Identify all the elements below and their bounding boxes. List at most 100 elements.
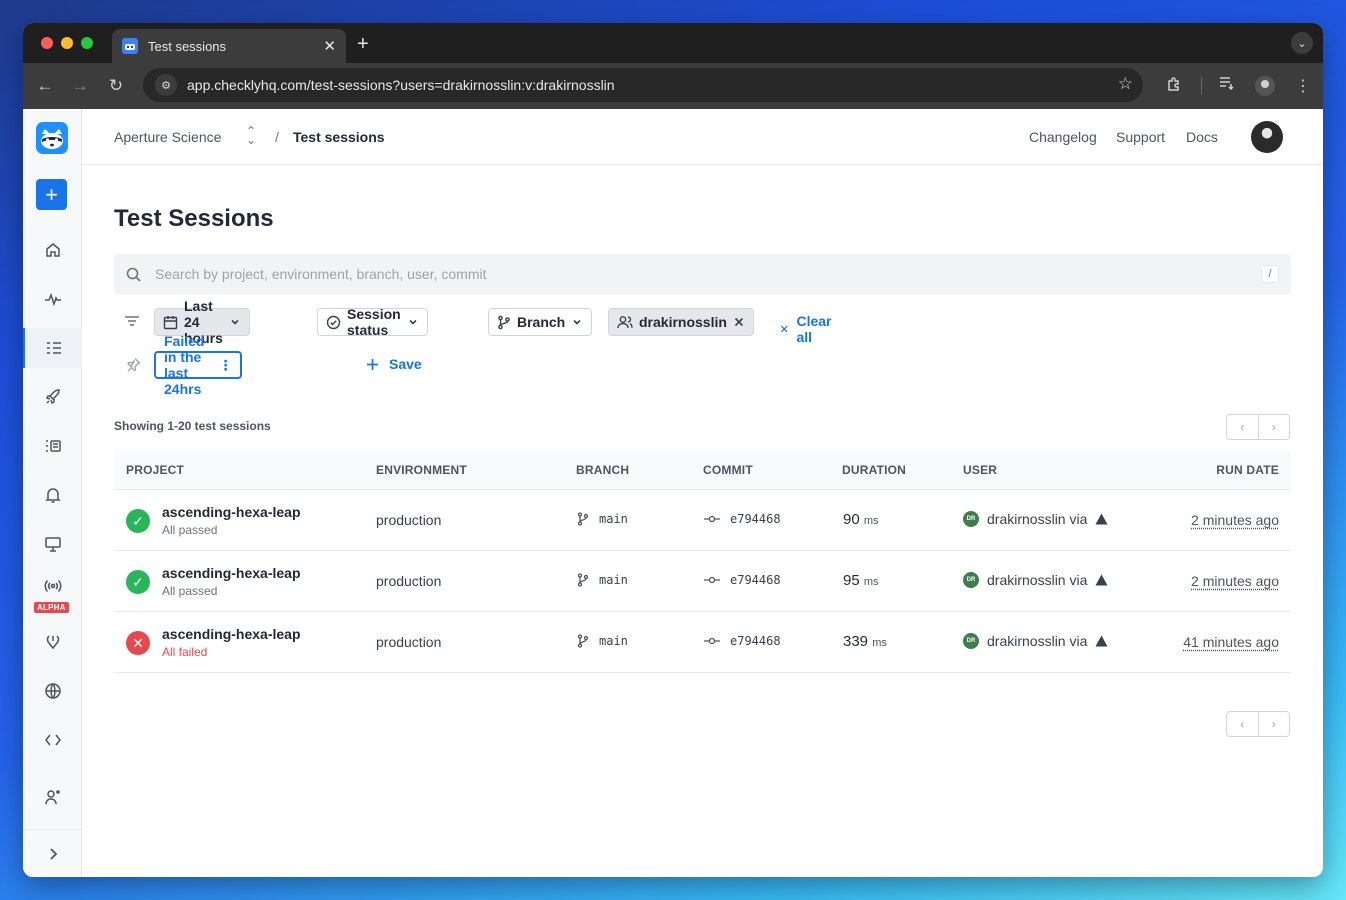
- sidebar-item-heartbeats[interactable]: [23, 622, 82, 662]
- sidebar-item-test-sessions[interactable]: [23, 328, 82, 368]
- environment-cell: production: [376, 512, 442, 528]
- window-controls: [41, 37, 93, 49]
- more-vertical-icon[interactable]: ⋮: [218, 357, 232, 374]
- duration-value: 339: [843, 633, 869, 650]
- new-tab-button[interactable]: +: [357, 33, 369, 56]
- numbered-list-icon: [45, 440, 61, 452]
- close-icon: [781, 325, 788, 333]
- project-name[interactable]: ascending-hexa-leap: [162, 565, 301, 581]
- column-header-run-date: RUN DATE: [1216, 463, 1279, 477]
- failed-x-icon: ✕: [126, 631, 150, 655]
- sidebar-item-dashboards[interactable]: [23, 524, 82, 564]
- git-branch-icon: [577, 512, 589, 526]
- commit-cell: e794468: [704, 512, 781, 526]
- tab-title: Test sessions: [148, 38, 227, 54]
- commit-hash: e794468: [730, 634, 781, 648]
- sidebar-item-home[interactable]: [23, 230, 82, 270]
- sidebar-item-monitoring[interactable]: [23, 279, 82, 319]
- saved-view-label: Failed in the last 24hrs: [164, 333, 205, 397]
- forward-arrow-icon[interactable]: →: [70, 76, 90, 96]
- checkly-logo[interactable]: [36, 122, 68, 154]
- branch-name: main: [599, 634, 628, 648]
- table-row[interactable]: ✕ ascending-hexa-leap All failed product…: [114, 612, 1291, 673]
- reload-icon[interactable]: ↻: [106, 76, 126, 96]
- duration-cell: 90 ms: [843, 511, 879, 528]
- branch-filter[interactable]: Branch: [488, 308, 593, 336]
- browser-menu-icon[interactable]: ⋮: [1295, 76, 1311, 96]
- extensions-puzzle-icon[interactable]: [1166, 76, 1182, 96]
- project-name[interactable]: ascending-hexa-leap: [162, 504, 301, 520]
- create-new-button[interactable]: +: [36, 179, 67, 210]
- support-link[interactable]: Support: [1116, 129, 1165, 145]
- project-name[interactable]: ascending-hexa-leap: [162, 626, 301, 642]
- browser-tab[interactable]: Test sessions ✕: [112, 29, 346, 63]
- minimize-window-button[interactable]: [61, 37, 73, 49]
- changelog-link[interactable]: Changelog: [1029, 129, 1097, 145]
- table-row[interactable]: ✓ ascending-hexa-leap All passed product…: [114, 551, 1291, 612]
- maximize-window-button[interactable]: [81, 37, 93, 49]
- site-settings-icon[interactable]: ⚙: [155, 74, 177, 96]
- prev-page-chevron-icon[interactable]: ‹: [1227, 415, 1259, 439]
- branch-name: main: [599, 512, 628, 526]
- browser-window: Test sessions ✕ + ⌄ ← → ↻ ⚙ app.checklyh…: [23, 23, 1323, 877]
- close-window-button[interactable]: [41, 37, 53, 49]
- run-date-link[interactable]: 2 minutes ago: [1191, 573, 1279, 589]
- page-title: Test Sessions: [114, 205, 274, 232]
- time-range-filter[interactable]: Last 24 hours: [154, 298, 250, 346]
- user-avatar[interactable]: [1251, 121, 1283, 153]
- org-switch-chevron-icon[interactable]: ⌃ ⌄: [246, 125, 256, 146]
- remove-filter-close-icon[interactable]: [733, 316, 745, 328]
- test-sessions-table: PROJECT ENVIRONMENT BRANCH COMMIT DURATI…: [114, 450, 1291, 673]
- breadcrumb-org[interactable]: Aperture Science: [114, 129, 221, 145]
- git-commit-icon: [704, 515, 720, 523]
- git-commit-icon: [704, 576, 720, 584]
- close-tab-icon[interactable]: ✕: [323, 37, 336, 55]
- column-header-branch: BRANCH: [576, 463, 630, 477]
- duration-value: 95: [843, 572, 860, 589]
- next-page-chevron-icon[interactable]: ›: [1259, 415, 1290, 439]
- prev-page-chevron-icon[interactable]: ‹: [1227, 712, 1259, 736]
- docs-link[interactable]: Docs: [1186, 129, 1218, 145]
- pagination-bottom: ‹ ›: [1226, 711, 1290, 737]
- git-commit-icon: [704, 637, 720, 645]
- sidebar-item-broadcast[interactable]: [23, 571, 82, 601]
- branch-filter-label: Branch: [517, 314, 566, 330]
- expand-sidebar-button[interactable]: [23, 829, 82, 877]
- back-arrow-icon[interactable]: ←: [35, 76, 55, 96]
- sidebar-item-code[interactable]: [23, 720, 82, 760]
- passed-check-icon: ✓: [126, 509, 150, 533]
- user-filter[interactable]: drakirnosslin: [608, 308, 754, 336]
- address-bar[interactable]: ⚙ app.checklyhq.com/test-sessions?users=…: [143, 68, 1143, 102]
- run-date-link[interactable]: 41 minutes ago: [1183, 634, 1279, 650]
- reading-list-icon[interactable]: [1219, 76, 1235, 94]
- next-page-chevron-icon[interactable]: ›: [1259, 712, 1290, 736]
- chevron-down-icon: [407, 316, 419, 328]
- column-header-duration: DURATION: [842, 463, 907, 477]
- run-date-link[interactable]: 2 minutes ago: [1191, 512, 1279, 528]
- session-status-text: All passed: [162, 523, 218, 537]
- sidebar-item-alerts[interactable]: [23, 475, 82, 515]
- chevron-right-icon: [49, 847, 57, 860]
- bookmark-star-icon[interactable]: ☆: [1118, 74, 1133, 94]
- calendar-icon: [163, 315, 178, 330]
- user-initials-avatar: DR: [963, 511, 979, 527]
- browser-profile-avatar[interactable]: [1255, 76, 1275, 96]
- clear-all-button[interactable]: Clear all: [780, 313, 835, 345]
- save-label: Save: [389, 356, 422, 372]
- commit-hash: e794468: [730, 573, 781, 587]
- saved-view-chip[interactable]: Failed in the last 24hrs ⋮: [154, 333, 243, 397]
- sidebar-item-invite-user[interactable]: [23, 777, 82, 817]
- git-branch-icon: [577, 573, 589, 587]
- sidebar-item-global[interactable]: [23, 671, 82, 711]
- tab-search-chevron-icon[interactable]: ⌄: [1291, 32, 1313, 54]
- vercel-triangle-icon: [1095, 513, 1108, 525]
- sidebar-item-rocket[interactable]: [23, 377, 82, 417]
- sidebar-item-checks-list[interactable]: [23, 426, 82, 466]
- table-row[interactable]: ✓ ascending-hexa-leap All passed product…: [114, 490, 1291, 551]
- user-name: drakirnosslin via: [987, 572, 1088, 588]
- search-input[interactable]: [155, 266, 1261, 282]
- session-status-filter[interactable]: Session status: [317, 306, 428, 338]
- activity-pulse-icon: [44, 292, 61, 307]
- save-view-button[interactable]: Save: [366, 356, 422, 372]
- table-header: PROJECT ENVIRONMENT BRANCH COMMIT DURATI…: [114, 450, 1291, 490]
